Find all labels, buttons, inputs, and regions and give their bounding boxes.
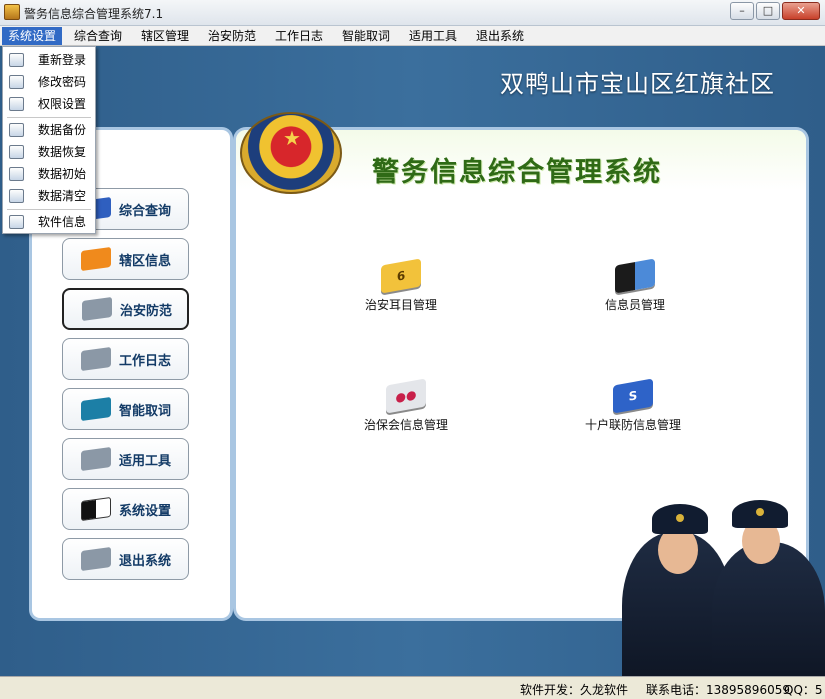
region-title: 双鸭山市宝山区红旗社区	[500, 64, 775, 99]
sidebar-button-tools[interactable]: 适用工具	[62, 438, 189, 480]
menu-item-label: 重新登录	[38, 49, 86, 71]
security-committee-icon: ●●	[386, 378, 426, 413]
menu-item-permissions[interactable]: 权限设置	[3, 93, 95, 115]
menu-item-restore[interactable]: 数据恢复	[3, 141, 95, 163]
security-icon	[82, 297, 112, 321]
minimize-button[interactable]: –	[730, 2, 754, 20]
informant-icon: 6	[381, 258, 421, 293]
menu-item-label: 数据清空	[38, 185, 86, 207]
close-button[interactable]: ✕	[782, 2, 820, 20]
function-label: 治保会信息管理	[348, 416, 464, 433]
menu-district-management[interactable]: 辖区管理	[135, 27, 195, 45]
tools-icon	[81, 447, 111, 471]
menu-tools[interactable]: 适用工具	[403, 27, 463, 45]
info-staff-icon	[615, 258, 655, 293]
menu-item-software-info[interactable]: 软件信息	[3, 211, 95, 233]
menu-item-init[interactable]: 数据初始	[3, 163, 95, 185]
menu-system-settings[interactable]: 系统设置	[2, 27, 62, 45]
exit-icon	[81, 547, 111, 571]
init-icon	[9, 167, 24, 181]
menu-separator	[7, 117, 91, 118]
district-icon	[81, 247, 111, 271]
relogin-icon	[9, 53, 24, 67]
menu-bar: 系统设置 综合查询 辖区管理 治安防范 工作日志 智能取词 适用工具 退出系统	[0, 26, 825, 46]
status-phone: 联系电话：13895896059	[646, 681, 790, 698]
settings-icon	[81, 497, 111, 521]
menu-item-label: 修改密码	[38, 71, 86, 93]
menu-item-label: 权限设置	[38, 93, 86, 115]
status-developer: 软件开发：久龙软件	[520, 681, 628, 698]
sidebar-button-smart-word[interactable]: 智能取词	[62, 388, 189, 430]
sidebar-button-exit[interactable]: 退出系统	[62, 538, 189, 580]
info-icon	[9, 215, 24, 229]
function-ten-household-defense[interactable]: S 十户联防信息管理	[572, 382, 694, 433]
app-window: 警务信息综合管理系统7.1 – □ ✕ 系统设置 综合查询 辖区管理 治安防范 …	[0, 0, 825, 699]
worklog-icon	[81, 347, 111, 371]
menu-item-relogin[interactable]: 重新登录	[3, 49, 95, 71]
menu-item-label: 软件信息	[38, 211, 86, 233]
sidebar-button-label: 智能取词	[119, 400, 171, 419]
sidebar-button-security[interactable]: 治安防范	[62, 288, 189, 330]
menu-security-prevention[interactable]: 治安防范	[202, 27, 262, 45]
smart-word-icon	[81, 397, 111, 421]
maximize-button[interactable]: □	[756, 2, 780, 20]
window-title: 警务信息综合管理系统7.1	[24, 5, 163, 22]
status-bar: 软件开发：久龙软件 联系电话：13895896059 QQ：5	[0, 676, 825, 699]
menu-item-label: 数据备份	[38, 119, 86, 141]
menu-comprehensive-query[interactable]: 综合查询	[68, 27, 128, 45]
menu-item-label: 数据初始	[38, 163, 86, 185]
sidebar-button-label: 适用工具	[119, 450, 171, 469]
function-info-staff-management[interactable]: 信息员管理	[590, 262, 680, 313]
menu-item-change-password[interactable]: 修改密码	[3, 71, 95, 93]
function-security-committee[interactable]: ●● 治保会信息管理	[348, 382, 464, 433]
emblem-star-icon: ★	[282, 128, 302, 148]
status-qq: QQ：5	[784, 681, 823, 698]
menu-smart-word[interactable]: 智能取词	[336, 27, 396, 45]
sidebar-button-label: 综合查询	[119, 200, 171, 219]
function-label: 治安耳目管理	[350, 296, 452, 313]
backup-icon	[9, 123, 24, 137]
menu-item-label: 数据恢复	[38, 141, 86, 163]
sidebar-button-label: 系统设置	[119, 500, 171, 519]
police-officers-illustration	[612, 456, 825, 680]
title-bar[interactable]: 警务信息综合管理系统7.1 – □ ✕	[0, 0, 825, 26]
function-label: 信息员管理	[590, 296, 680, 313]
password-icon	[9, 75, 24, 89]
menu-item-backup[interactable]: 数据备份	[3, 119, 95, 141]
police-emblem-icon	[240, 112, 342, 194]
function-label: 十户联防信息管理	[572, 416, 694, 433]
sidebar-button-district[interactable]: 辖区信息	[62, 238, 189, 280]
system-title: 警务信息综合管理系统	[372, 150, 662, 189]
sidebar-button-label: 退出系统	[119, 550, 171, 569]
menu-item-clear[interactable]: 数据清空	[3, 185, 95, 207]
sidebar-button-label: 辖区信息	[119, 250, 171, 269]
menu-work-log[interactable]: 工作日志	[269, 27, 329, 45]
menu-exit[interactable]: 退出系统	[470, 27, 530, 45]
app-icon	[4, 4, 20, 20]
sidebar-button-worklog[interactable]: 工作日志	[62, 338, 189, 380]
permission-icon	[9, 97, 24, 111]
menu-separator	[7, 209, 91, 210]
system-settings-dropdown: 重新登录 修改密码 权限设置 数据备份 数据恢复 数据初始 数据清空	[2, 46, 96, 234]
restore-icon	[9, 145, 24, 159]
sidebar-button-label: 治安防范	[120, 300, 172, 319]
sidebar-button-label: 工作日志	[119, 350, 171, 369]
sidebar-button-settings[interactable]: 系统设置	[62, 488, 189, 530]
function-informant-management[interactable]: 6 治安耳目管理	[350, 262, 452, 313]
ten-household-icon: S	[613, 378, 653, 413]
clear-icon	[9, 189, 24, 203]
